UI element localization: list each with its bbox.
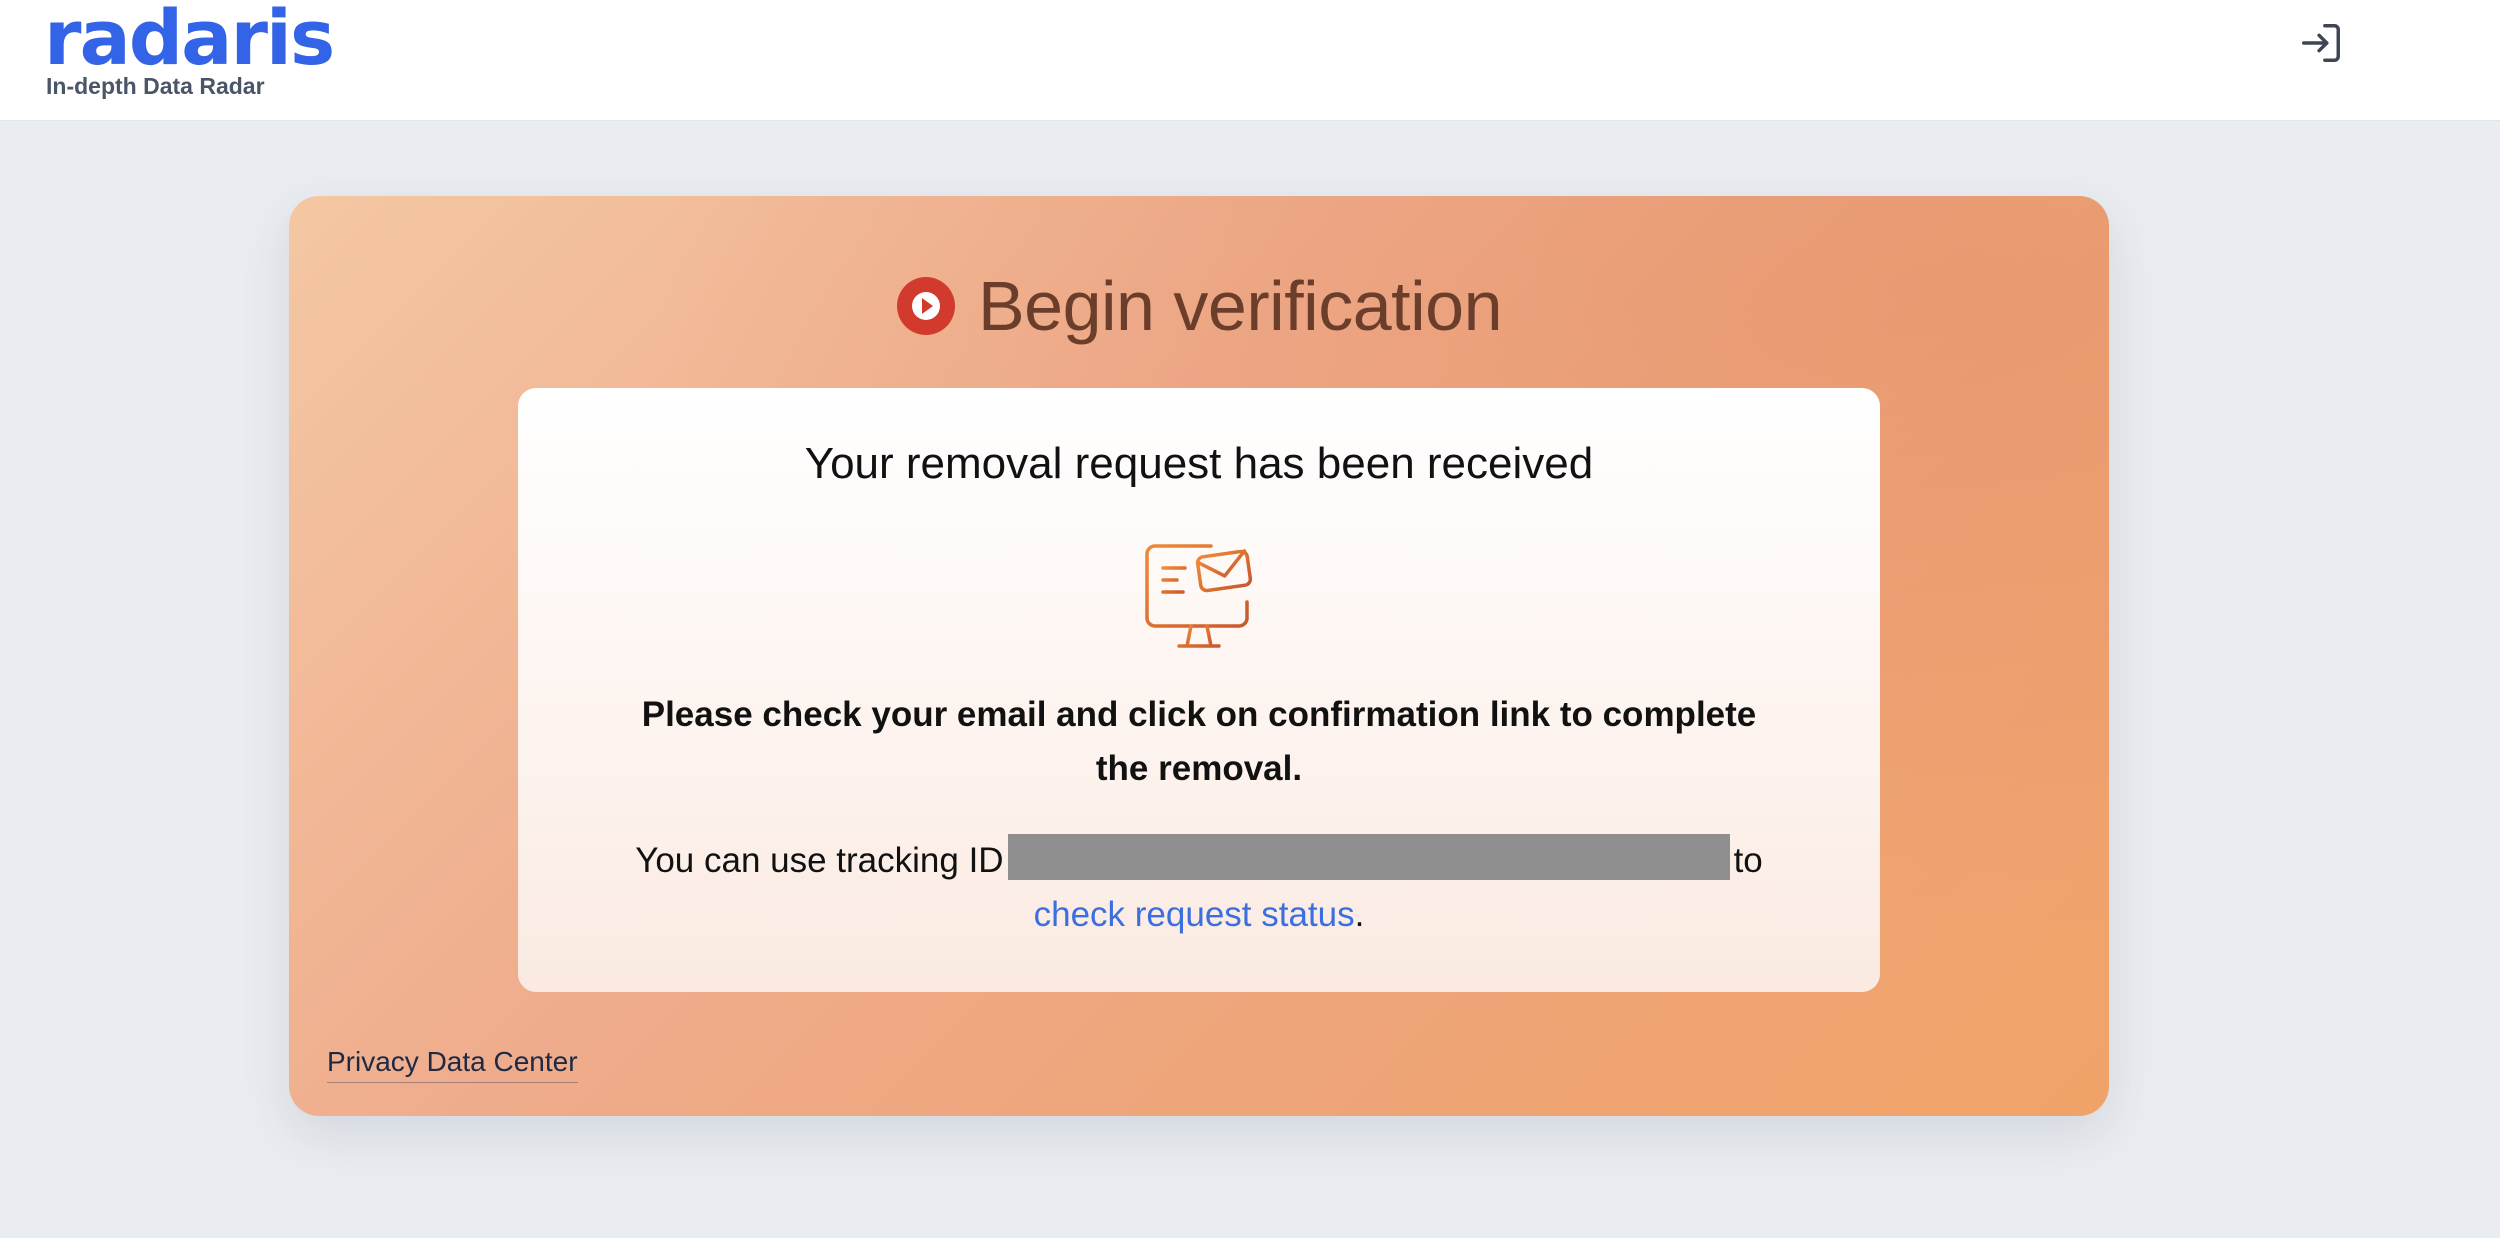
confirmation-panel: Your removal request has been received P… [518, 388, 1880, 992]
check-status-link[interactable]: check request status [1034, 895, 1355, 934]
received-heading: Your removal request has been received [804, 439, 1594, 488]
login-button[interactable] [2298, 20, 2344, 66]
page-title: Begin verification [977, 267, 1503, 345]
radaris-logo[interactable]: radaris [44, 0, 335, 76]
logo-tagline: In-depth Data Radar [46, 73, 265, 99]
tracking-prefix: You can use tracking ID [635, 841, 1004, 880]
login-icon [2302, 24, 2340, 62]
verification-card: Begin verification Your removal request … [289, 196, 2109, 1116]
tracking-suffix: to [1733, 841, 1763, 880]
status-trailer: . [1354, 895, 1365, 934]
top-header: radaris In-depth Data Radar [0, 0, 2500, 120]
monitor-email-icon [1141, 538, 1257, 654]
title-row: Begin verification [289, 266, 2109, 346]
privacy-data-center-link[interactable]: Privacy Data Center [327, 1044, 578, 1083]
play-circle-icon [896, 276, 956, 336]
tracking-text: You can use tracking ID to check request … [578, 834, 1820, 942]
tracking-id-redacted [1007, 834, 1730, 880]
email-instructions: Please check your email and click on con… [641, 695, 1757, 788]
